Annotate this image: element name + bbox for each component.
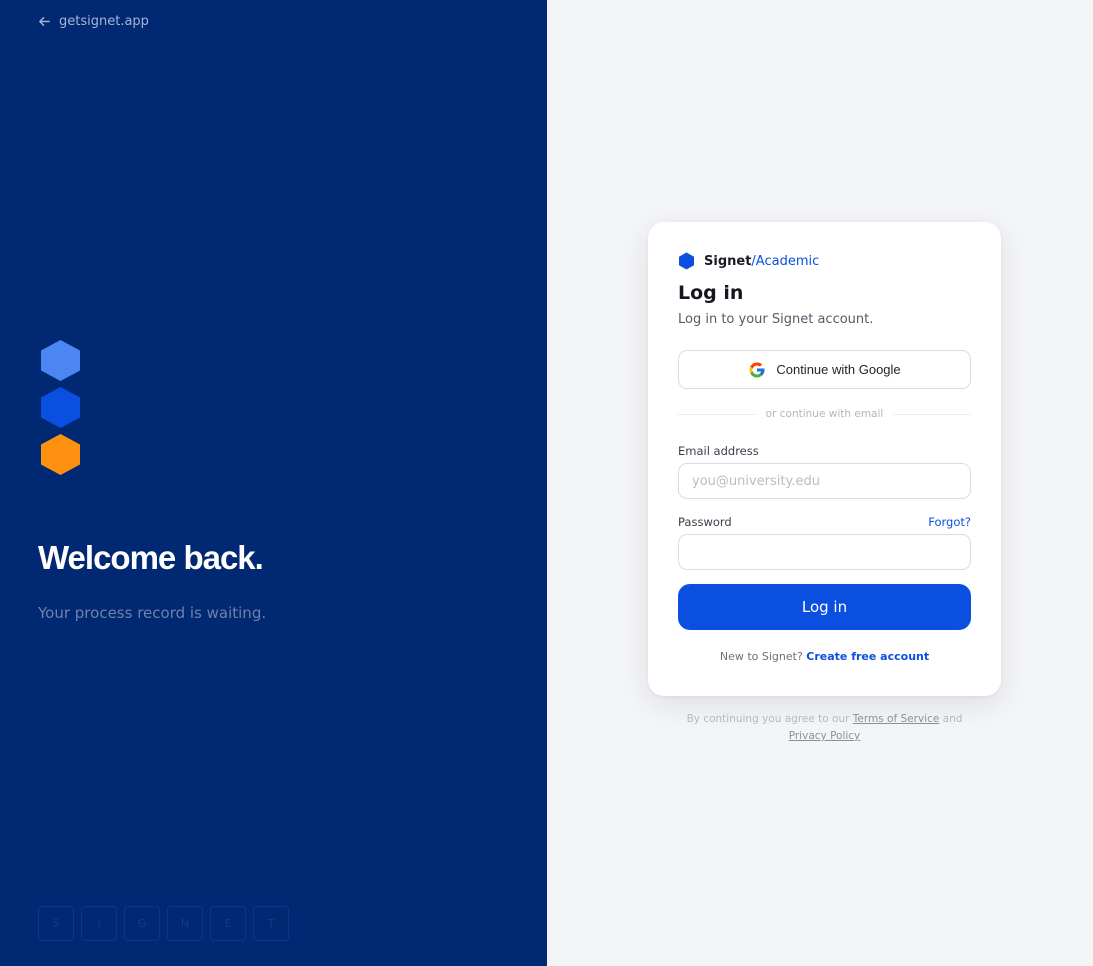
email-field[interactable] [678,463,971,499]
or-divider: or continue with email [678,408,971,420]
login-title: Log in [678,282,744,304]
login-subtitle: Log in to your Signet account. [678,312,874,327]
signup-prompt-text: New to Signet? [719,650,803,663]
letter-tile: S [38,906,74,941]
letter-tile: T [253,906,289,941]
signup-prompt: New to Signet? Create free account [648,650,1001,663]
google-login-button[interactable]: Continue with Google [678,350,971,389]
password-label: Password [678,515,732,529]
divider-line [678,413,756,415]
hexagon-blue-icon [41,387,80,428]
welcome-tagline: Your process record is waiting. [38,604,267,622]
divider-line [893,413,971,415]
letter-tile: N [167,906,203,941]
welcome-heading: Welcome back. [38,539,264,576]
letter-tile: I [81,906,117,941]
privacy-link[interactable]: Privacy Policy [789,730,861,742]
hexagon-logo-stack [40,339,81,480]
legal-notice: By continuing you agree to our Terms of … [676,711,973,745]
divider-text: or continue with email [765,408,884,420]
email-label: Email address [678,444,759,458]
brand-name: Signet [704,253,752,269]
login-card: Signet/Academic Log in Log in to your Si… [648,222,1001,696]
password-field[interactable] [678,534,971,570]
forgot-password-link[interactable]: Forgot? [928,515,971,529]
brand: Signet/Academic [678,252,819,270]
hexagon-light-icon [41,340,80,381]
legal-prefix: By continuing you agree to our [686,713,850,725]
terms-link[interactable]: Terms of Service [853,713,940,725]
google-icon [749,362,765,377]
brand-suffix: /Academic [751,253,820,269]
letter-tile: E [210,906,246,941]
letter-tiles: S I G N E T [38,906,289,941]
hexagon-orange-icon [41,434,80,475]
create-account-link[interactable]: Create free account [806,650,929,663]
letter-tile: G [124,906,160,941]
login-button[interactable]: Log in [678,584,971,630]
google-button-label: Continue with Google [776,362,901,377]
arrow-left-icon [39,17,50,26]
back-link[interactable]: getsignet.app [38,14,149,29]
hexagon-brand-icon [679,252,694,270]
back-link-label: getsignet.app [59,14,149,29]
legal-and: and [942,713,963,725]
left-panel: getsignet.app Welcome back. Your process… [0,0,547,966]
